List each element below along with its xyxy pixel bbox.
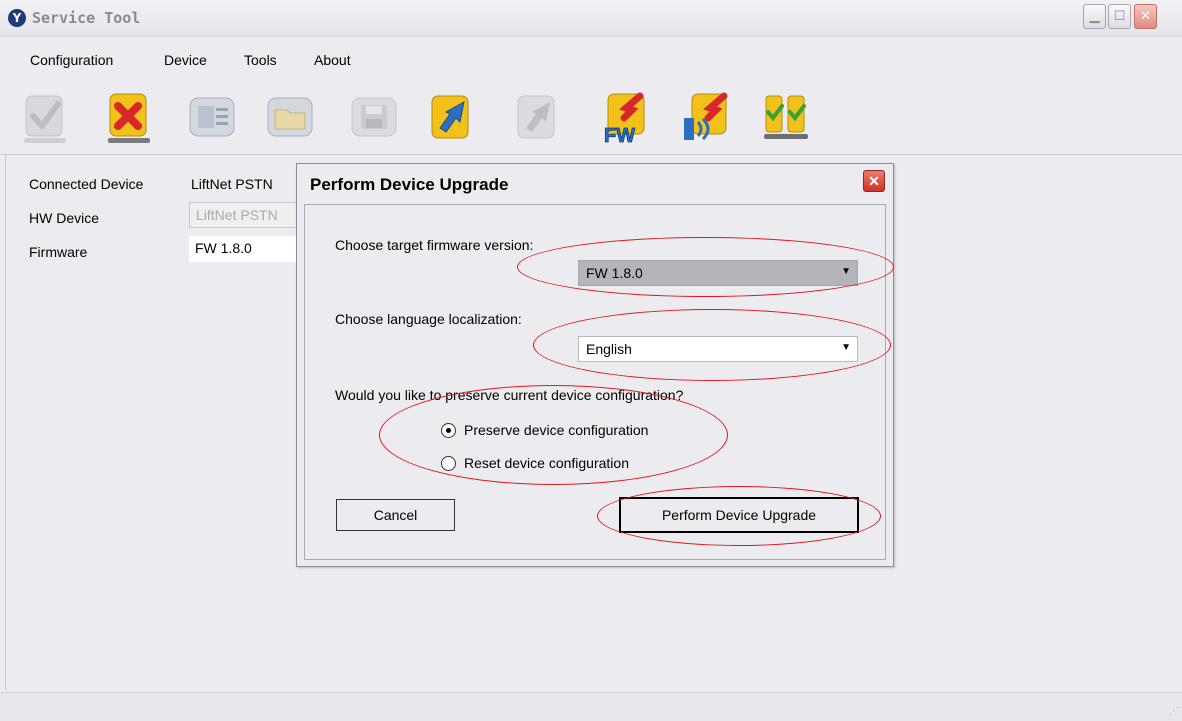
open-folder-icon[interactable]: [264, 88, 316, 146]
download-icon[interactable]: [512, 88, 564, 146]
save-icon[interactable]: [348, 88, 400, 146]
minimize-button[interactable]: ▁: [1083, 4, 1106, 29]
test-icon[interactable]: [760, 88, 812, 146]
app-logo-icon: Y: [8, 9, 26, 27]
radio-unchecked-icon: [441, 456, 456, 471]
svg-text:FW: FW: [604, 125, 635, 146]
device-info-icon[interactable]: [186, 88, 238, 146]
preserve-config-prompt: Would you like to preserve current devic…: [335, 387, 684, 403]
firmware-upgrade-icon[interactable]: FW: [600, 88, 652, 146]
status-bar: ⋰: [0, 692, 1182, 721]
menu-about[interactable]: About: [314, 52, 351, 68]
menu-tools[interactable]: Tools: [244, 52, 277, 68]
toolbar: FW: [0, 78, 1182, 155]
title-bar[interactable]: Y Service Tool ▁ ☐ ✕: [0, 0, 1182, 37]
hw-device-label: HW Device: [29, 210, 100, 226]
perform-upgrade-button[interactable]: Perform Device Upgrade: [619, 497, 859, 533]
cancel-button[interactable]: Cancel: [336, 499, 455, 531]
connected-device-value: LiftNet PSTN: [191, 176, 273, 192]
upload-icon[interactable]: [426, 88, 478, 146]
close-window-button[interactable]: ✕: [1134, 4, 1157, 29]
dialog-close-button[interactable]: ✕: [863, 170, 885, 192]
hw-device-field[interactable]: LiftNet PSTN: [189, 202, 299, 228]
firmware-label: Firmware: [29, 244, 88, 260]
app-window: Y Service Tool ▁ ☐ ✕ Configuration Devic…: [0, 0, 1182, 721]
menu-device[interactable]: Device: [164, 52, 207, 68]
radio-checked-icon: [441, 423, 456, 438]
preserve-config-label: Preserve device configuration: [464, 422, 649, 438]
chevron-down-icon: ▼: [841, 342, 851, 353]
chevron-down-icon: ▼: [841, 266, 851, 277]
firmware-version-value: FW 1.8.0: [586, 265, 643, 281]
connected-device-label: Connected Device: [29, 176, 144, 192]
reset-config-label: Reset device configuration: [464, 455, 629, 471]
maximize-button[interactable]: ☐: [1108, 4, 1131, 29]
language-prompt: Choose language localization:: [335, 311, 522, 327]
disconnect-icon[interactable]: [104, 88, 156, 146]
menu-bar: Configuration Device Tools About: [0, 46, 1182, 74]
language-select[interactable]: English ▼: [578, 336, 858, 362]
resize-grip-icon[interactable]: ⋰: [1169, 706, 1179, 717]
firmware-version-select[interactable]: FW 1.8.0 ▼: [578, 260, 858, 286]
audio-upgrade-icon[interactable]: [680, 88, 732, 146]
dialog-title: Perform Device Upgrade: [310, 175, 509, 194]
window-title: Service Tool: [32, 9, 141, 27]
upgrade-dialog: Perform Device Upgrade ✕ Choose target f…: [296, 163, 894, 567]
firmware-version-prompt: Choose target firmware version:: [335, 237, 534, 253]
firmware-field[interactable]: FW 1.8.0: [189, 236, 299, 262]
connect-icon[interactable]: [20, 88, 72, 146]
language-value: English: [586, 341, 632, 357]
menu-configuration[interactable]: Configuration: [30, 52, 113, 68]
